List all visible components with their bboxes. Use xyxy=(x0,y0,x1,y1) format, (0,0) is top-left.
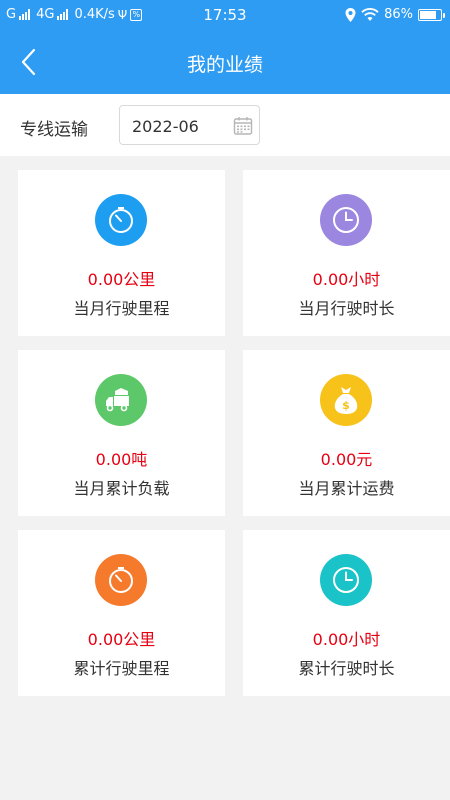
svg-text:$: $ xyxy=(342,399,350,412)
card-value: 0.00小时 xyxy=(312,630,381,649)
wifi-icon xyxy=(361,8,379,21)
card-value: 0.00吨 xyxy=(95,450,148,469)
header: G 4G 0.4K/s Ψ % 17:53 86% 我的业绩 xyxy=(0,0,450,94)
card-label: 当月累计运费 xyxy=(298,479,395,498)
clock-icon xyxy=(320,194,372,246)
date-value: 2022-06 xyxy=(132,117,199,136)
card-total-mileage[interactable]: 0.00公里 累计行驶里程 xyxy=(18,530,225,696)
speedometer-icon xyxy=(95,194,147,246)
status-right: 86% xyxy=(345,7,445,22)
filter-bar: 专线运输 2022-06 xyxy=(0,94,450,156)
location-icon xyxy=(345,7,356,22)
card-month-duration[interactable]: 0.00小时 当月行驶时长 xyxy=(243,170,450,336)
title-bar: 我的业绩 xyxy=(0,30,450,94)
card-value: 0.00公里 xyxy=(87,270,156,289)
status-bar: G 4G 0.4K/s Ψ % 17:53 86% xyxy=(0,0,450,30)
page-title: 我的业绩 xyxy=(186,54,263,76)
card-value: 0.00小时 xyxy=(312,270,381,289)
app-root: G 4G 0.4K/s Ψ % 17:53 86% 我的业绩 专线运输 2022… xyxy=(0,0,450,800)
card-value: 0.00公里 xyxy=(87,630,156,649)
money-bag-icon: $ xyxy=(320,374,372,426)
card-month-mileage[interactable]: 0.00公里 当月行驶里程 xyxy=(18,170,225,336)
speedometer-icon xyxy=(95,554,147,606)
clock-icon xyxy=(320,554,372,606)
card-label: 当月行驶里程 xyxy=(73,299,170,318)
card-label: 累计行驶时长 xyxy=(298,659,395,678)
date-picker[interactable]: 2022-06 xyxy=(119,105,260,145)
card-month-load[interactable]: 0.00吨 当月累计负载 xyxy=(18,350,225,516)
truck-icon xyxy=(95,374,147,426)
card-label: 当月累计负载 xyxy=(73,479,170,498)
card-value: 0.00元 xyxy=(320,450,373,469)
card-total-duration[interactable]: 0.00小时 累计行驶时长 xyxy=(243,530,450,696)
filter-label: 专线运输 xyxy=(20,120,88,140)
card-label: 累计行驶里程 xyxy=(73,659,170,678)
battery-icon xyxy=(418,8,445,21)
card-label: 当月行驶时长 xyxy=(298,299,395,318)
battery-percent: 86% xyxy=(384,7,413,22)
calendar-icon xyxy=(233,117,253,135)
card-month-freight[interactable]: $ 0.00元 当月累计运费 xyxy=(243,350,450,516)
